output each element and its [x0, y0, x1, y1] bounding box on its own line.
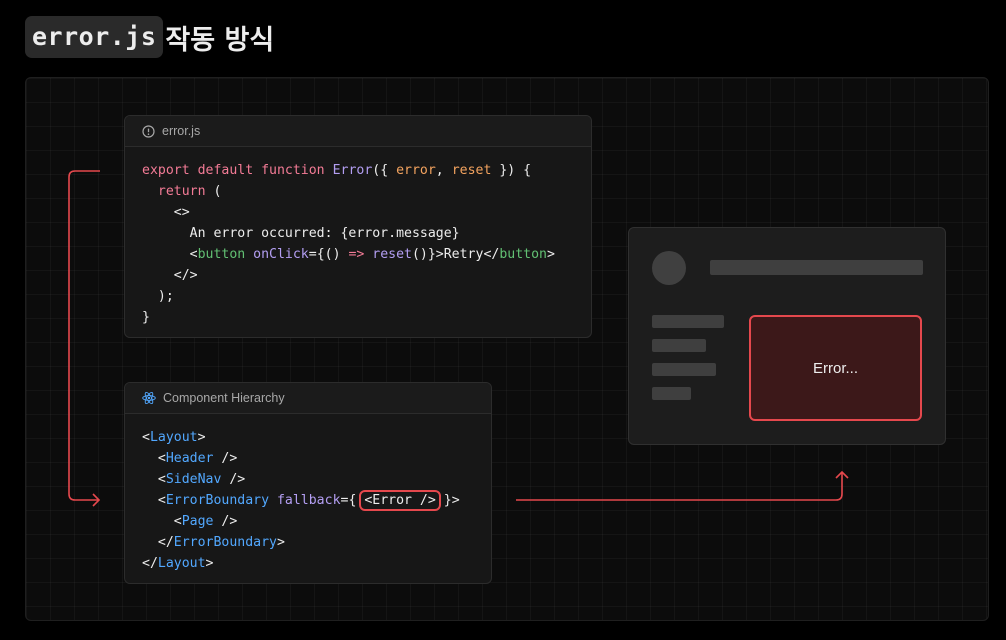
- code-token: </: [142, 535, 174, 550]
- code-token: export default function: [142, 163, 333, 178]
- error-fallback-box: Error...: [749, 315, 922, 421]
- code-token: ()}>Retry</: [411, 247, 500, 262]
- error-fallback-label: Error...: [812, 359, 858, 377]
- code-token: />: [213, 451, 238, 466]
- code-line: An error occurred: {error.message}: [142, 223, 591, 244]
- code-token: </>: [142, 268, 198, 283]
- code-line: </ErrorBoundary>: [142, 532, 491, 553]
- code-token: ,: [435, 163, 452, 178]
- sidenav-item-placeholder: [652, 339, 706, 352]
- code-token: }) {: [491, 163, 532, 178]
- code-token: }>: [435, 493, 460, 508]
- code-token: reset: [451, 163, 492, 178]
- heading-title: 작동 방식: [165, 24, 275, 56]
- header-bar-placeholder: [710, 260, 923, 275]
- code-token: button: [499, 247, 547, 262]
- code-token: Layout: [149, 430, 198, 445]
- page-heading: error.js 작동 방식: [25, 15, 274, 59]
- code-line: }: [142, 307, 591, 328]
- alert-circle-icon: [142, 124, 155, 138]
- sidenav-item-placeholder: [652, 315, 724, 328]
- code-token: >: [205, 556, 214, 571]
- code-token: fallback: [269, 493, 341, 508]
- component-hierarchy-panel: Component Hierarchy <Layout> <Header /> …: [124, 382, 492, 584]
- code-token: return: [142, 184, 206, 199]
- code-token: >: [276, 535, 285, 550]
- code-token: error: [396, 163, 436, 178]
- code-token: );: [142, 289, 174, 304]
- component-hierarchy-title: Component Hierarchy: [163, 391, 285, 405]
- code-token: (: [205, 184, 222, 199]
- code-line: <>: [142, 202, 591, 223]
- code-token: <: [142, 514, 182, 529]
- code-line: <Page />: [142, 511, 491, 532]
- error-file-title: error.js: [162, 124, 201, 138]
- code-token: />: [213, 514, 238, 529]
- error-fallback-highlight: <Error />: [359, 490, 441, 511]
- code-token: <: [142, 451, 166, 466]
- component-hierarchy-header: Component Hierarchy: [125, 383, 491, 414]
- code-token: <: [142, 493, 166, 508]
- code-token: ErrorBoundary: [173, 535, 277, 550]
- code-token: An error occurred: {error.message}: [142, 226, 460, 241]
- code-line: </>: [142, 265, 591, 286]
- error-file-panel-header: error.js: [125, 116, 591, 147]
- code-line: <SideNav />: [142, 469, 491, 490]
- code-token: <>: [142, 205, 190, 220]
- code-token: />: [221, 472, 246, 487]
- code-token: >: [546, 247, 555, 262]
- code-token: Header: [165, 451, 214, 466]
- code-line: return (: [142, 181, 591, 202]
- code-token: Page: [181, 514, 214, 529]
- code-line: <Header />: [142, 448, 491, 469]
- avatar-placeholder: [652, 251, 686, 285]
- error-file-code: export default function Error({ error, r…: [125, 147, 591, 328]
- code-token: Layout: [157, 556, 206, 571]
- code-token: onClick: [245, 247, 309, 262]
- sidenav-item-placeholder: [652, 363, 716, 376]
- ui-preview: Error...: [628, 227, 946, 445]
- code-token: ErrorBoundary: [165, 493, 270, 508]
- react-icon: [142, 391, 156, 405]
- code-token: }: [142, 310, 150, 325]
- heading-code-pill: error.js: [25, 16, 164, 58]
- code-line: <button onClick={() => reset()}>Retry</b…: [142, 244, 591, 265]
- error-file-panel: error.js export default function Error({…: [124, 115, 592, 338]
- code-token: <: [142, 247, 198, 262]
- sidenav-item-placeholder: [652, 387, 691, 400]
- code-line: <Layout>: [142, 427, 491, 448]
- code-token: =>: [348, 247, 365, 262]
- code-token: <: [142, 430, 150, 445]
- code-token: ({: [372, 163, 397, 178]
- code-token: button: [197, 247, 246, 262]
- code-line: </Layout>: [142, 553, 491, 574]
- code-token: <: [142, 472, 166, 487]
- code-line: <ErrorBoundary fallback={ <Error /> }>: [142, 490, 491, 511]
- code-line: export default function Error({ error, r…: [142, 160, 591, 181]
- code-token: </: [142, 556, 158, 571]
- code-line: );: [142, 286, 591, 307]
- code-token: Error: [332, 163, 373, 178]
- component-hierarchy-code: <Layout> <Header /> <SideNav /> <ErrorBo…: [125, 414, 491, 574]
- code-token: reset: [364, 247, 412, 262]
- code-token: ={(): [308, 247, 349, 262]
- code-token: SideNav: [165, 472, 222, 487]
- code-token: >: [197, 430, 206, 445]
